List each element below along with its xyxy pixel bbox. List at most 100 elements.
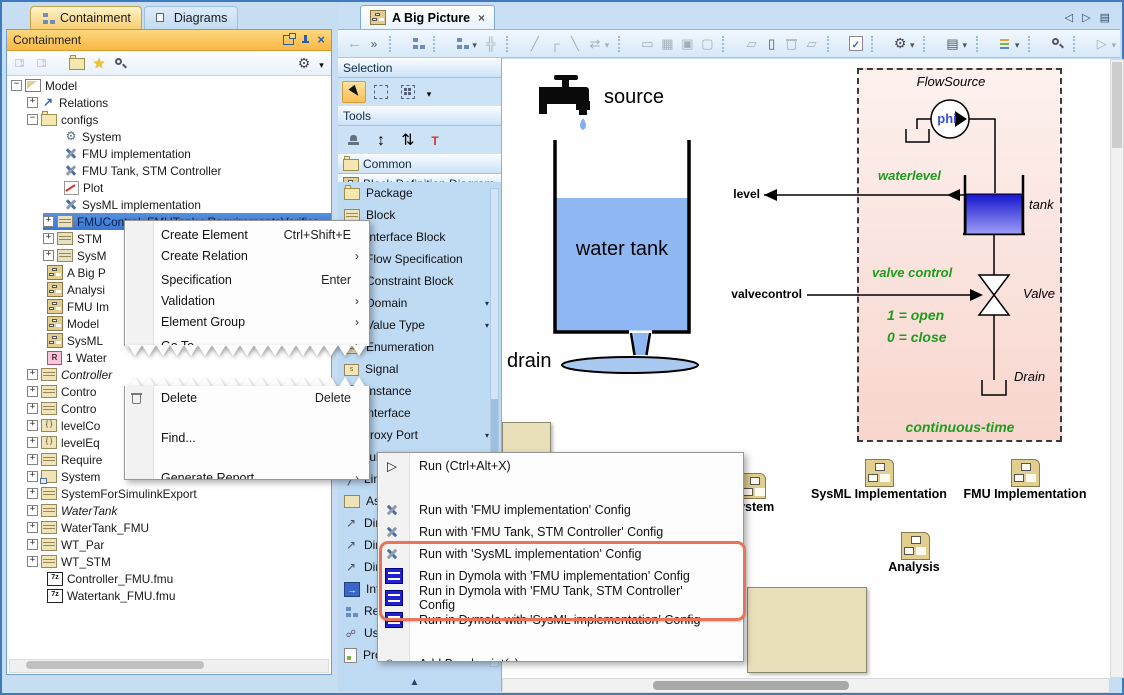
menu-item[interactable]: Run with 'SysML implementation' Config <box>378 543 743 565</box>
tree-item[interactable]: + WT_Par <box>7 536 331 553</box>
diagram-icon-label[interactable]: Analysis <box>864 560 964 574</box>
palette-tool[interactable] <box>423 129 447 151</box>
toolbar-button[interactable] <box>389 36 403 52</box>
toolbar-button[interactable] <box>525 33 545 55</box>
menu-item[interactable]: Create Relation › <box>125 245 369 266</box>
panel-toolbar-button[interactable] <box>90 54 108 72</box>
palette-item[interactable]: Package <box>338 182 501 204</box>
toolbar-button[interactable] <box>762 33 782 55</box>
tree-item[interactable]: Watertank_FMU.fmu <box>7 587 331 604</box>
toolbar-button[interactable] <box>364 33 384 55</box>
tree-item[interactable]: + Relations <box>7 94 331 111</box>
diagram-icon-label[interactable]: FMU Implementation <box>955 487 1095 501</box>
toolbar-button[interactable] <box>871 36 885 52</box>
tree-horizontal-scrollbar[interactable] <box>9 659 329 673</box>
panel-toolbar-button[interactable] <box>134 54 291 72</box>
tree-item[interactable]: + SystemForSimulinkExport <box>7 485 331 502</box>
toolbar-button[interactable] <box>601 33 613 55</box>
toolbar-button[interactable] <box>506 36 520 52</box>
tree-expander[interactable]: + <box>27 556 38 567</box>
tree-expander[interactable]: + <box>27 403 38 414</box>
palette-section-common[interactable]: Common <box>338 154 501 174</box>
scrollbar-thumb[interactable] <box>1112 62 1122 148</box>
menu-item[interactable]: Create Element Ctrl+Shift+E <box>125 224 369 245</box>
toolbar-button[interactable] <box>846 33 866 55</box>
menu-item[interactable]: Run in Dymola with 'FMU Tank, STM Contro… <box>378 587 743 609</box>
tree-expander[interactable]: + <box>27 454 38 465</box>
menu-item[interactable] <box>378 631 743 653</box>
palette-section-tools[interactable]: Tools <box>338 106 501 126</box>
analysis-diagram-icon[interactable] <box>901 532 930 560</box>
toolbar-button[interactable] <box>1073 36 1087 52</box>
toolbar-button[interactable] <box>722 36 736 52</box>
menu-item[interactable]: Generate Report... › <box>125 468 369 480</box>
panel-toolbar-button[interactable] <box>12 54 30 72</box>
menu-item[interactable]: Specification Enter <box>125 269 369 290</box>
panel-toolbar-button[interactable] <box>34 54 52 72</box>
toolbar-button[interactable] <box>677 33 697 55</box>
menu-item[interactable]: Validation › <box>125 290 369 311</box>
sysml-implementation-diagram-icon[interactable] <box>865 459 894 487</box>
toolbar-button[interactable] <box>481 33 501 55</box>
close-tab-icon[interactable]: × <box>478 11 485 25</box>
panel-toolbar-button[interactable] <box>68 54 86 72</box>
tree-item[interactable]: Controller_FMU.fmu <box>7 570 331 587</box>
tree-expander[interactable]: + <box>27 420 38 431</box>
toolbar-button[interactable] <box>468 33 480 55</box>
panel-toolbar-button[interactable] <box>317 54 326 72</box>
tree-expander[interactable]: + <box>43 216 54 227</box>
palette-tool[interactable] <box>342 129 366 151</box>
tree-expander[interactable]: − <box>27 114 38 125</box>
menu-item[interactable] <box>378 477 743 499</box>
menu-item[interactable]: Find... <box>125 428 369 448</box>
toolbar-button[interactable] <box>976 36 990 52</box>
tree-item[interactable]: − configs <box>7 111 331 128</box>
palette-tool[interactable] <box>396 129 420 151</box>
toolbar-button[interactable] <box>657 33 677 55</box>
tree-item[interactable]: SysML implementation <box>7 196 331 213</box>
panel-toolbar-button[interactable] <box>56 54 64 72</box>
menu-item[interactable]: Run (Ctrl+Alt+X) <box>378 455 743 477</box>
pin-icon[interactable] <box>301 35 310 46</box>
diagram-list-icon[interactable]: ▤ <box>1100 11 1110 24</box>
toolbar-button[interactable] <box>408 33 428 55</box>
tree-expander[interactable]: − <box>11 80 22 91</box>
tree-item[interactable]: FMU implementation <box>7 145 331 162</box>
palette-tool[interactable] <box>423 81 435 103</box>
palette-tool[interactable] <box>369 129 393 151</box>
toolbar-button[interactable] <box>433 36 447 52</box>
canvas-horizontal-scrollbar[interactable] <box>502 678 1110 693</box>
tree-item[interactable]: System <box>7 128 331 145</box>
tree-expander[interactable]: + <box>27 522 38 533</box>
toolbar-button[interactable] <box>959 33 971 55</box>
toolbar-button[interactable] <box>802 33 822 55</box>
prev-diagram-icon[interactable]: ◁ <box>1065 11 1073 24</box>
tree-item[interactable]: FMU Tank, STM Controller <box>7 162 331 179</box>
tree-expander[interactable]: + <box>43 250 54 261</box>
tree-expander[interactable]: + <box>27 97 38 108</box>
panel-toolbar-button[interactable] <box>295 54 313 72</box>
tree-item[interactable]: + WaterTank <box>7 502 331 519</box>
close-panel-icon[interactable]: × <box>317 34 325 46</box>
toolbar-button[interactable] <box>565 33 585 55</box>
toolbar-button[interactable] <box>923 36 937 52</box>
tree-item[interactable]: + WT_STM <box>7 553 331 570</box>
menu-item[interactable] <box>125 448 369 468</box>
tree-item[interactable]: + WaterTank_FMU <box>7 519 331 536</box>
scroll-up-button[interactable]: ▲ <box>338 677 491 688</box>
tree-item[interactable]: Plot <box>7 179 331 196</box>
toolbar-button[interactable] <box>344 33 364 55</box>
toolbar-button[interactable] <box>1048 33 1068 55</box>
diagram-tab[interactable]: A Big Picture × <box>360 5 495 29</box>
toolbar-button[interactable] <box>782 33 802 55</box>
toolbar-button[interactable] <box>1108 33 1120 55</box>
toolbar-button[interactable] <box>697 33 717 55</box>
panel-tab[interactable]: Diagrams <box>144 6 239 29</box>
menu-item[interactable]: Run with 'FMU Tank, STM Controller' Conf… <box>378 521 743 543</box>
panel-tab[interactable]: Containment <box>30 6 142 29</box>
panel-toolbar-button[interactable] <box>112 54 130 72</box>
toolbar-button[interactable] <box>742 33 762 55</box>
tree-expander[interactable]: + <box>27 505 38 516</box>
canvas-vertical-scrollbar[interactable] <box>1110 59 1124 678</box>
tree-expander[interactable]: + <box>27 539 38 550</box>
